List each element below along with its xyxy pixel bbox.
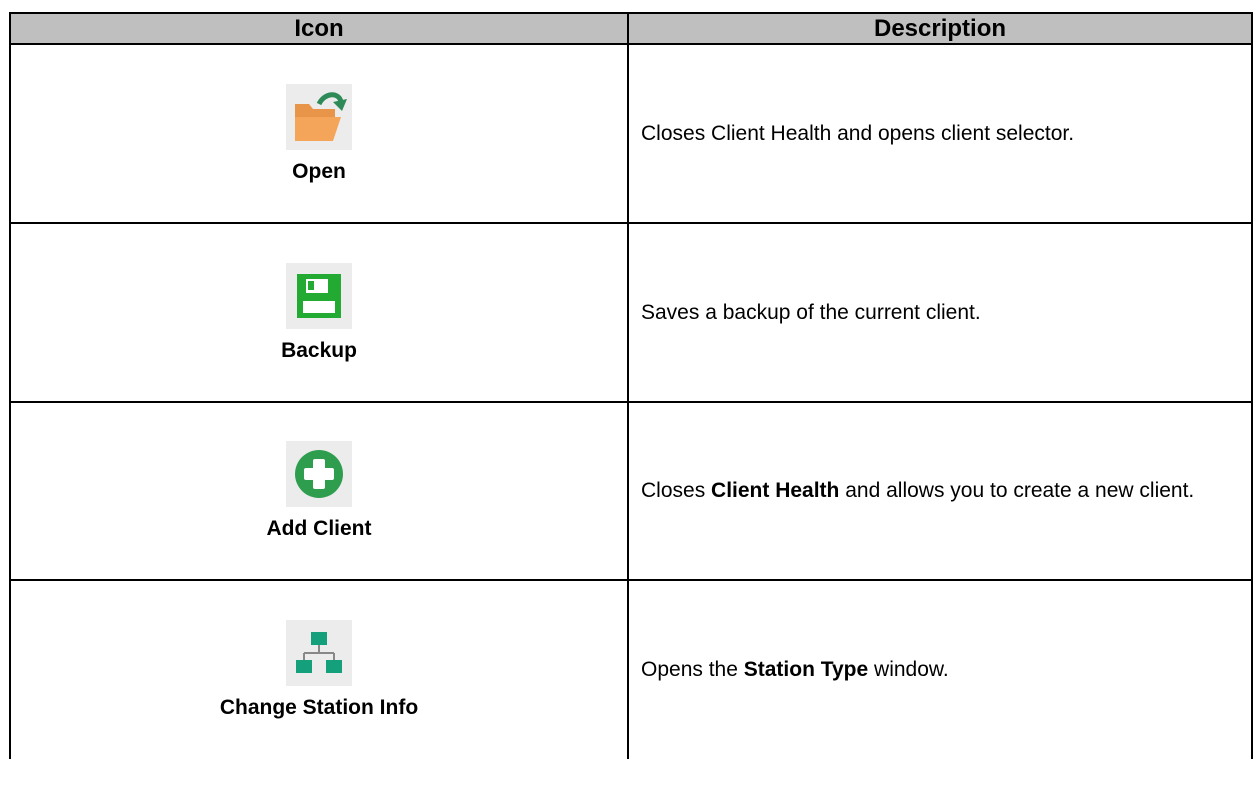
floppy-save-icon: [286, 262, 352, 329]
icon-label: Add Client: [266, 517, 372, 540]
description-cell: Closes Client Health and allows you to c…: [627, 401, 1253, 581]
table-row: Change Station Info Opens the Station Ty…: [9, 579, 1253, 759]
table-header-row: Icon Description: [9, 12, 1253, 45]
description-text: and allows you to create a new client.: [839, 479, 1195, 502]
icon-label: Change Station Info: [219, 696, 419, 719]
icon-cell: Backup: [9, 222, 629, 403]
icon-label: Backup: [281, 338, 357, 362]
icon-label: Open: [292, 159, 346, 183]
icon-column-header: Icon: [9, 12, 629, 45]
folder-open-arrow-icon: [286, 83, 352, 150]
description-text: window.: [868, 658, 949, 681]
client-health-bold: Client Health: [711, 479, 840, 502]
icon-description-table: Icon Description Open Closes Client Heal…: [9, 12, 1253, 759]
description-cell: Closes Client Health and opens client se…: [627, 43, 1253, 224]
table-row: Backup Saves a backup of the current cli…: [9, 222, 1253, 403]
description-column-header: Description: [627, 12, 1253, 45]
icon-cell: Change Station Info: [9, 579, 629, 759]
station-type-bold: Station Type: [743, 658, 869, 681]
description-cell: Saves a backup of the current client.: [627, 222, 1253, 403]
description-text: Closes Client Health and opens client se…: [641, 121, 1075, 145]
network-hierarchy-icon: [286, 620, 352, 686]
description-text: Closes: [641, 479, 712, 502]
description-text: Saves a backup of the current client.: [641, 300, 981, 324]
table-row: Add Client Closes Client Health and allo…: [9, 401, 1253, 581]
icon-cell: Add Client: [9, 401, 629, 581]
description-cell: Opens the Station Type window.: [627, 579, 1253, 759]
plus-circle-icon: [286, 441, 352, 507]
icon-cell: Open: [9, 43, 629, 224]
description-text: Opens the: [641, 658, 744, 681]
table-row: Open Closes Client Health and opens clie…: [9, 43, 1253, 224]
